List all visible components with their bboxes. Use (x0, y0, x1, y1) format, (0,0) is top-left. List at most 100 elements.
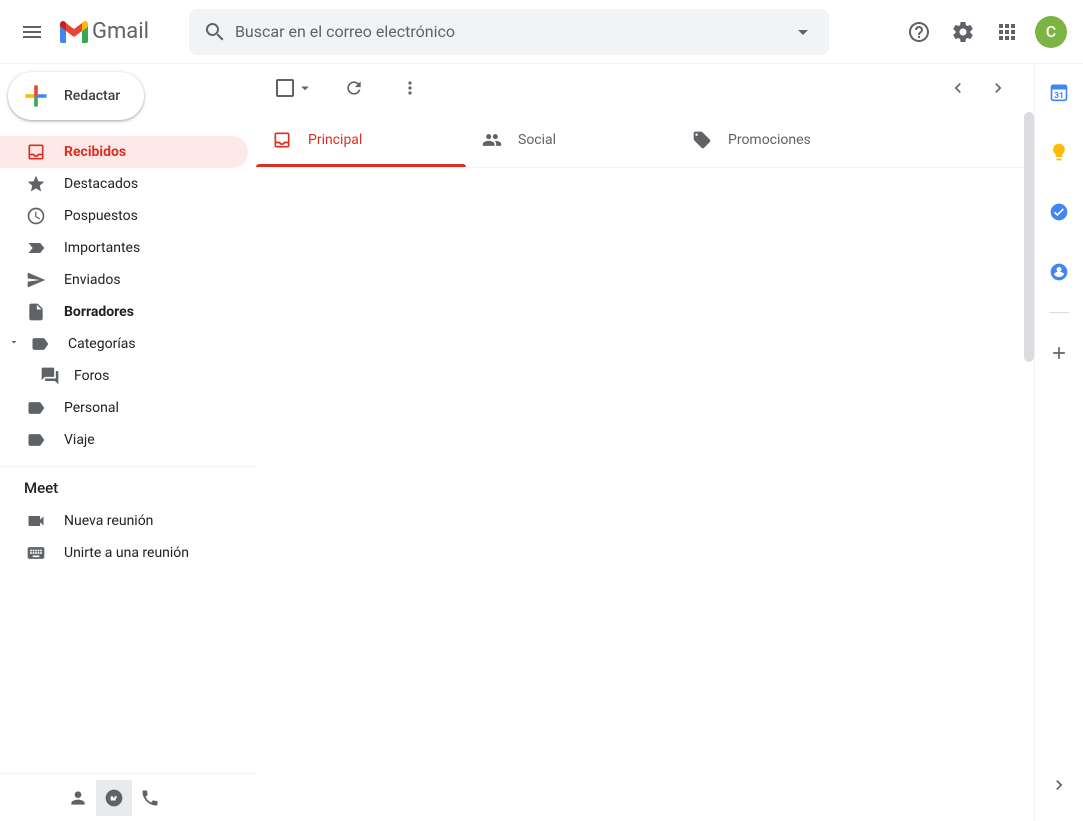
hangouts-phone-button[interactable] (132, 780, 168, 816)
search-bar (189, 9, 829, 55)
inbox-icon (272, 130, 292, 150)
sidebar-item-label: Borradores (64, 304, 134, 320)
meet-new-label: Nueva reunión (64, 513, 153, 529)
sidebar-item-label: Pospuestos (64, 208, 138, 224)
tab-label: Principal (308, 132, 362, 148)
hangouts-person-button[interactable] (60, 780, 96, 816)
calendar-icon: 31 (1049, 82, 1069, 102)
more-button[interactable] (390, 68, 430, 108)
gear-icon (951, 20, 975, 44)
plus-icon (1049, 343, 1069, 363)
support-button[interactable] (899, 12, 939, 52)
keep-app-button[interactable] (1039, 132, 1079, 172)
inbox-icon (26, 142, 46, 162)
calendar-app-button[interactable]: 31 (1039, 72, 1079, 112)
sidebar-item-label: Foros (74, 368, 109, 384)
sidebar-item-travel[interactable]: Viaje (0, 424, 248, 456)
sidebar-item-label: Enviados (64, 272, 121, 288)
sidebar-item-inbox[interactable]: Recibidos (0, 136, 248, 168)
send-icon (26, 270, 46, 290)
add-app-button[interactable] (1039, 333, 1079, 373)
header: Gmail C (0, 0, 1083, 64)
search-input[interactable] (235, 22, 783, 41)
gmail-logo-icon (60, 21, 88, 43)
sidebar-item-label: Recibidos (64, 144, 126, 160)
caret-down-icon (296, 79, 314, 97)
scrollbar[interactable] (1024, 112, 1034, 362)
sidebar-item-label: Importantes (64, 240, 140, 256)
compose-label: Redactar (64, 88, 120, 104)
more-vert-icon (400, 78, 420, 98)
logo-area[interactable]: Gmail (56, 19, 179, 44)
sidebar-item-label: Destacados (64, 176, 138, 192)
category-tabs: Principal Social Promociones (256, 112, 1034, 168)
collapse-panel-button[interactable] (1039, 765, 1079, 805)
keyboard-icon (26, 543, 46, 563)
people-icon (482, 130, 502, 150)
sidebar-item-personal[interactable]: Personal (0, 392, 248, 424)
chevron-right-icon (1049, 775, 1069, 795)
sidebar-item-important[interactable]: Importantes (0, 232, 248, 264)
hangouts-footer (0, 773, 256, 821)
apps-button[interactable] (987, 12, 1027, 52)
account-avatar[interactable]: C (1035, 16, 1067, 48)
sidebar-item-label: Viaje (64, 432, 95, 448)
meet-join-label: Unirte a una reunión (64, 545, 189, 561)
plus-icon (20, 80, 52, 112)
tab-social[interactable]: Social (466, 112, 676, 167)
contacts-app-button[interactable] (1039, 252, 1079, 292)
sidebar-item-drafts[interactable]: Borradores (0, 296, 248, 328)
caret-down-icon (791, 20, 815, 44)
chevron-left-icon (948, 78, 968, 98)
label-icon (26, 430, 46, 450)
meet-join-meeting[interactable]: Unirte a una reunión (0, 537, 248, 569)
hangouts-chat-button[interactable] (96, 780, 132, 816)
tab-primary[interactable]: Principal (256, 112, 466, 167)
draft-icon (26, 302, 46, 322)
pager (938, 68, 1018, 108)
sidebar-item-label: Categorías (68, 336, 136, 352)
svg-text:31: 31 (1054, 91, 1064, 101)
caret-down-icon (8, 336, 20, 352)
sidebar-item-sent[interactable]: Enviados (0, 264, 248, 296)
toolbar (256, 64, 1034, 112)
video-icon (26, 511, 46, 531)
compose-button[interactable]: Redactar (8, 72, 144, 120)
sidebar-item-label: Personal (64, 400, 119, 416)
chevron-right-icon (988, 78, 1008, 98)
keep-icon (1049, 142, 1069, 162)
meet-new-meeting[interactable]: Nueva reunión (0, 505, 248, 537)
search-options-button[interactable] (783, 12, 823, 52)
main-menu-button[interactable] (8, 8, 56, 56)
forum-icon (40, 366, 60, 386)
help-icon (907, 20, 931, 44)
next-page-button[interactable] (978, 68, 1018, 108)
tab-label: Social (518, 132, 556, 148)
hangout-icon (104, 788, 124, 808)
tab-promotions[interactable]: Promociones (676, 112, 886, 167)
apps-grid-icon (995, 20, 1019, 44)
select-all-checkbox[interactable] (272, 75, 318, 101)
star-icon (26, 174, 46, 194)
sidebar-item-categories[interactable]: Categorías (0, 328, 248, 360)
important-icon (26, 238, 46, 258)
prev-page-button[interactable] (938, 68, 978, 108)
label-icon (30, 334, 50, 354)
settings-button[interactable] (943, 12, 983, 52)
sidebar-item-snoozed[interactable]: Pospuestos (0, 200, 248, 232)
refresh-icon (344, 78, 364, 98)
tab-label: Promociones (728, 132, 811, 148)
label-icon (26, 398, 46, 418)
clock-icon (26, 206, 46, 226)
sidebar-item-starred[interactable]: Destacados (0, 168, 248, 200)
hamburger-icon (20, 20, 44, 44)
sidebar-item-forums[interactable]: Foros (0, 360, 248, 392)
refresh-button[interactable] (334, 68, 374, 108)
tasks-icon (1049, 202, 1069, 222)
checkbox-icon (276, 79, 294, 97)
person-icon (68, 788, 88, 808)
tasks-app-button[interactable] (1039, 192, 1079, 232)
divider (1049, 312, 1069, 313)
search-button[interactable] (195, 12, 235, 52)
phone-icon (140, 788, 160, 808)
